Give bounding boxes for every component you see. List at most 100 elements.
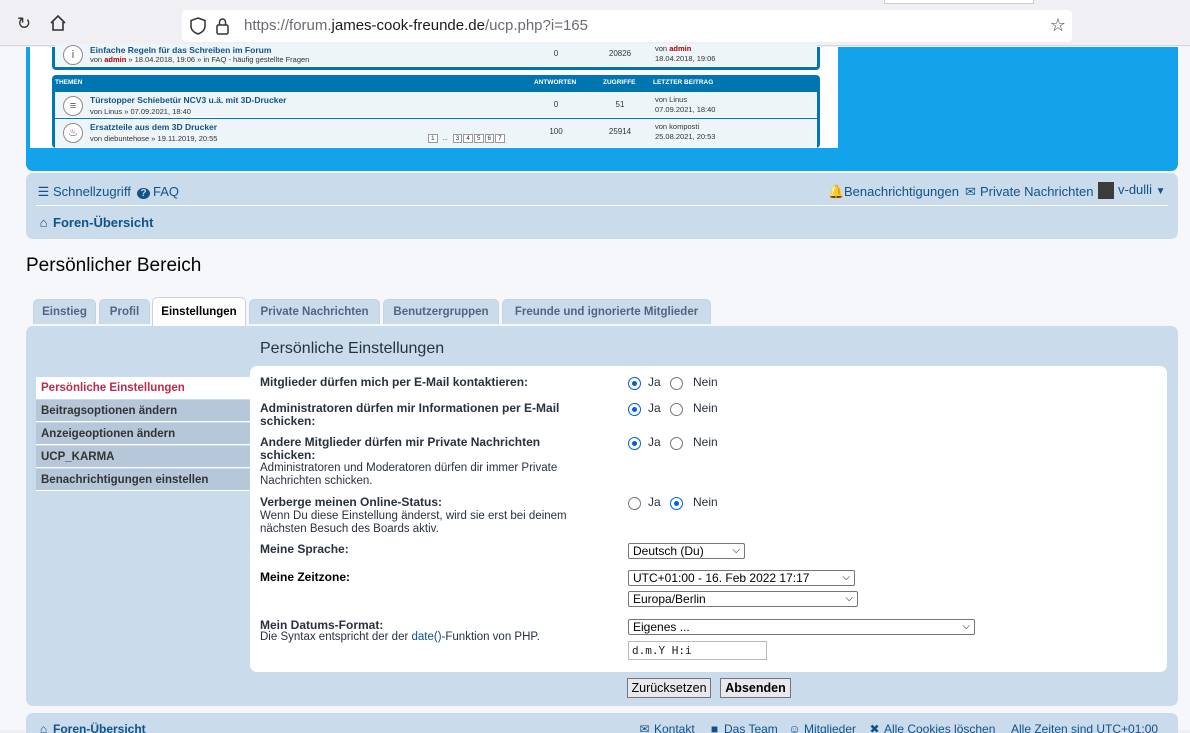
admin-email-yes-radio[interactable] [628, 403, 641, 416]
inbox-icon: ✉ [965, 184, 976, 199]
envelope-icon: ✉ [639, 722, 650, 733]
topic-sub: von admin » 18.04.2018, 19:06 » in FAQ -… [90, 55, 310, 64]
url-bar[interactable]: https://forum.james-cook-freunde.de/ucp.… [182, 10, 1072, 42]
email-no-label[interactable]: Nein [693, 375, 718, 389]
topic-icon: ≡ [63, 96, 83, 116]
bell-icon: 🔔 [828, 184, 845, 199]
timezone-label: Meine Zeitzone: [260, 570, 351, 584]
chevron-down-icon: ⌵ [962, 621, 970, 632]
bookmark-star-icon[interactable]: ☆ [1050, 15, 1066, 36]
view-count: 20826 [608, 49, 632, 58]
sidebar-item-personal[interactable]: Persönliche Einstellungen [36, 377, 250, 399]
navbar-divider [36, 205, 1168, 206]
view-count: 51 [615, 100, 625, 109]
footer-navbar: ⌂ Foren-Übersicht ✉ Kontakt ■ Das Team ☺ Mit… [26, 713, 1178, 733]
section-title: Persönliche Einstellungen [260, 340, 445, 357]
hot-topic-icon: ♨ [63, 123, 83, 143]
user-menu[interactable]: v-dulli ▼ [1098, 182, 1166, 200]
tab-einstieg[interactable]: Einstieg [33, 299, 96, 324]
submit-button[interactable]: Absenden [720, 678, 791, 698]
topic-row[interactable]: ♨ Ersatzteile aus dem 3D Drucker von die… [55, 119, 817, 148]
settings-panel: Persönliche Einstellungen Beitragsoption… [26, 326, 1178, 706]
reset-button[interactable]: Zurücksetzen [627, 678, 711, 698]
url-text[interactable]: https://forum.james-cook-freunde.de/ucp.… [244, 17, 588, 34]
topic-title[interactable]: Türstopper Schiebetür NCV3 u.ä. mit 3D-D… [90, 95, 287, 105]
reply-count: 100 [549, 127, 563, 136]
sidebar-item-karma[interactable]: UCP_KARMA [36, 446, 250, 468]
email-label: Mitglieder dürfen mich per E-Mail kontak… [260, 375, 529, 389]
footer-members[interactable]: ☺ Mitglieder [788, 722, 856, 733]
timezone-select[interactable]: UTC+01:00 - 16. Feb 2022 17:17 ⌵ [628, 570, 855, 586]
tab-profil[interactable]: Profil [99, 299, 150, 324]
timezone-region-select[interactable]: Europa/Berlin ⌵ [628, 591, 858, 607]
topic-title[interactable]: Ersatzteile aus dem 3D Drucker [90, 122, 217, 132]
email-yes-label[interactable]: Ja [648, 375, 661, 389]
hide-no-radio[interactable] [670, 497, 683, 510]
question-icon: ? [137, 188, 150, 199]
reply-count: 0 [553, 49, 559, 58]
home-icon[interactable] [48, 14, 68, 34]
pm-no-label[interactable]: Nein [693, 435, 718, 449]
info-icon: i [63, 45, 83, 65]
last-post: von Linus 07.09.2021, 18:40 [655, 95, 716, 114]
admin-email-no-radio[interactable] [670, 403, 683, 416]
trash-icon: ✖ [869, 722, 880, 733]
embedded-topic-image: i Einfache Regeln für das Schreiben im F… [30, 44, 838, 148]
board-index-link[interactable]: ⌂ Foren-Übersicht [37, 215, 154, 230]
tab-freunde[interactable]: Freunde und ignorierte Mitglieder [502, 299, 711, 324]
hide-online-explain: Wenn Du diese Einstellung änderst, wird … [260, 510, 567, 535]
topic-box: THEMEN ANTWORTEN ZUGRIFFE LETZTER BEITRA… [52, 75, 820, 148]
browser-toolbar: ↻ https://forum.james-cook-freunde.de/uc… [0, 0, 1190, 46]
email-yes-radio[interactable] [628, 377, 641, 390]
sidebar-item-notifications[interactable]: Benachrichtigungen einstellen [36, 469, 250, 491]
faq-link[interactable]: ? FAQ [137, 184, 179, 199]
last-post: von admin 18.04.2018, 19:06 [655, 44, 716, 63]
topic-list-header: THEMEN ANTWORTEN ZUGRIFFE LETZTER BEITRA… [55, 79, 714, 86]
hide-yes-radio[interactable] [628, 497, 641, 510]
hide-yes-label[interactable]: Ja [648, 495, 661, 509]
topic-sub: von Linus » 07.09.2021, 18:40 [90, 107, 191, 116]
menu-icon: ☰ [37, 184, 50, 199]
chevron-down-icon: ⌵ [732, 545, 740, 556]
date-function-link[interactable]: date() [412, 631, 442, 643]
date-format-select[interactable]: Eigenes ... ⌵ [628, 619, 975, 635]
topic-sub: von diebuntehose » 19.11.2019, 20:55 [90, 134, 218, 143]
tab-einstellungen[interactable]: Einstellungen [152, 297, 246, 326]
tab-benutzergruppen[interactable]: Benutzergruppen [383, 299, 499, 324]
dropdown-edge [884, 0, 1034, 4]
chevron-down-icon: ⌵ [842, 572, 850, 583]
home-icon: ⌂ [39, 215, 48, 230]
sidebar-item-view-options[interactable]: Anzeigeoptionen ändern [36, 423, 250, 445]
footer-board-index[interactable]: ⌂ Foren-Übersicht [37, 722, 146, 733]
reload-icon[interactable]: ↻ [14, 14, 34, 34]
reply-count: 0 [553, 100, 559, 109]
footer-team[interactable]: ■ Das Team [708, 722, 778, 733]
language-select[interactable]: Deutsch (Du) ⌵ [628, 543, 745, 559]
shield-icon: ■ [710, 722, 719, 733]
tab-private-nachrichten[interactable]: Private Nachrichten [249, 299, 380, 324]
pm-no-radio[interactable] [670, 437, 683, 450]
footer-contact[interactable]: ✉ Kontakt [638, 722, 694, 733]
topic-title: Einfache Regeln für das Schreiben im For… [90, 45, 272, 55]
settings-form: Mitglieder dürfen mich per E-Mail kontak… [250, 366, 1167, 672]
pagination[interactable]: 1 ... 34567 [427, 134, 505, 143]
pm-yes-radio[interactable] [628, 437, 641, 450]
topic-row[interactable]: ≡ Türstopper Schiebetür NCV3 u.ä. mit 3D… [55, 92, 817, 118]
sidebar-item-post-options[interactable]: Beitragsoptionen ändern [36, 400, 250, 422]
notifications-link[interactable]: 🔔Benachrichtigungen [828, 184, 959, 200]
admin-email-no-label[interactable]: Nein [693, 401, 718, 415]
private-messages-link[interactable]: ✉ Private Nachrichten [964, 184, 1093, 200]
hide-no-label[interactable]: Nein [693, 495, 718, 509]
pm-yes-label[interactable]: Ja [648, 435, 661, 449]
chevron-down-icon: ⌵ [845, 593, 853, 604]
footer-delete-cookies[interactable]: ✖ Alle Cookies löschen [868, 722, 995, 733]
last-post: von komposti 25.08.2021, 20:53 [655, 122, 716, 141]
email-no-radio[interactable] [670, 377, 683, 390]
view-count: 25914 [608, 127, 632, 136]
quicklinks-button[interactable]: ☰ Schnellzugriff [37, 184, 131, 200]
caret-down-icon: ▼ [1155, 186, 1166, 197]
date-format-input[interactable]: d.m.Y H:i [628, 641, 767, 660]
tracking-protection-icon[interactable] [190, 16, 230, 36]
language-label: Meine Sprache: [260, 542, 349, 556]
admin-email-yes-label[interactable]: Ja [648, 401, 661, 415]
